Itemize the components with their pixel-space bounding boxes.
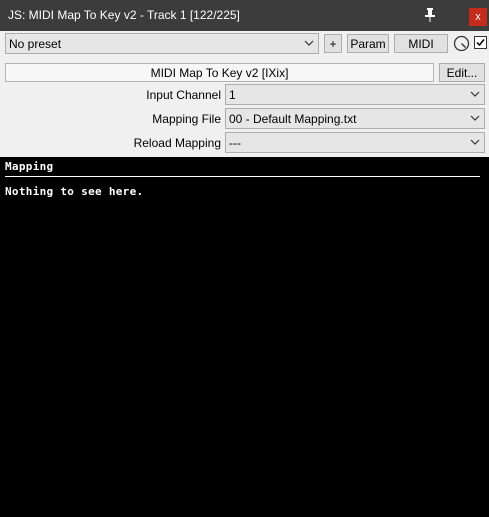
mapping-file-label: Mapping File [152,112,221,126]
pin-button[interactable] [418,4,442,26]
control-panel: No preset + Param MIDI MIDI Map To Key v… [0,31,489,157]
display-heading: Mapping [5,160,54,173]
preset-value: No preset [9,37,62,51]
midi-button[interactable]: MIDI [394,34,448,53]
chevron-down-icon [470,91,480,97]
chevron-down-icon [470,115,480,121]
plugin-display: Mapping Nothing to see here. [0,157,489,517]
reload-mapping-label: Reload Mapping [133,136,221,150]
knob-icon [453,35,470,52]
close-button[interactable]: x [469,8,487,26]
pin-icon [425,8,435,22]
reload-mapping-dropdown[interactable]: --- [225,132,485,153]
input-channel-value: 1 [229,88,236,102]
edit-button[interactable]: Edit... [439,63,485,82]
chevron-down-icon [304,40,314,46]
add-preset-button[interactable]: + [324,34,342,53]
wet-knob[interactable] [453,35,470,52]
plugin-name: MIDI Map To Key v2 [IXix] [150,65,289,80]
checkmark-icon [476,39,485,47]
reload-mapping-value: --- [229,136,241,150]
preset-dropdown[interactable]: No preset [5,33,319,54]
display-message: Nothing to see here. [5,185,144,198]
mapping-file-dropdown[interactable]: 00 - Default Mapping.txt [225,108,485,129]
input-channel-dropdown[interactable]: 1 [225,84,485,105]
plugin-name-field: MIDI Map To Key v2 [IXix] [5,63,434,82]
chevron-down-icon [470,139,480,145]
window-title: JS: MIDI Map To Key v2 - Track 1 [122/22… [8,8,240,22]
input-channel-label: Input Channel [146,88,221,102]
param-button[interactable]: Param [347,34,389,53]
title-bar[interactable]: JS: MIDI Map To Key v2 - Track 1 [122/22… [0,0,489,31]
heading-divider [5,176,480,177]
mapping-file-value: 00 - Default Mapping.txt [229,112,357,126]
enable-checkbox[interactable] [474,36,487,49]
